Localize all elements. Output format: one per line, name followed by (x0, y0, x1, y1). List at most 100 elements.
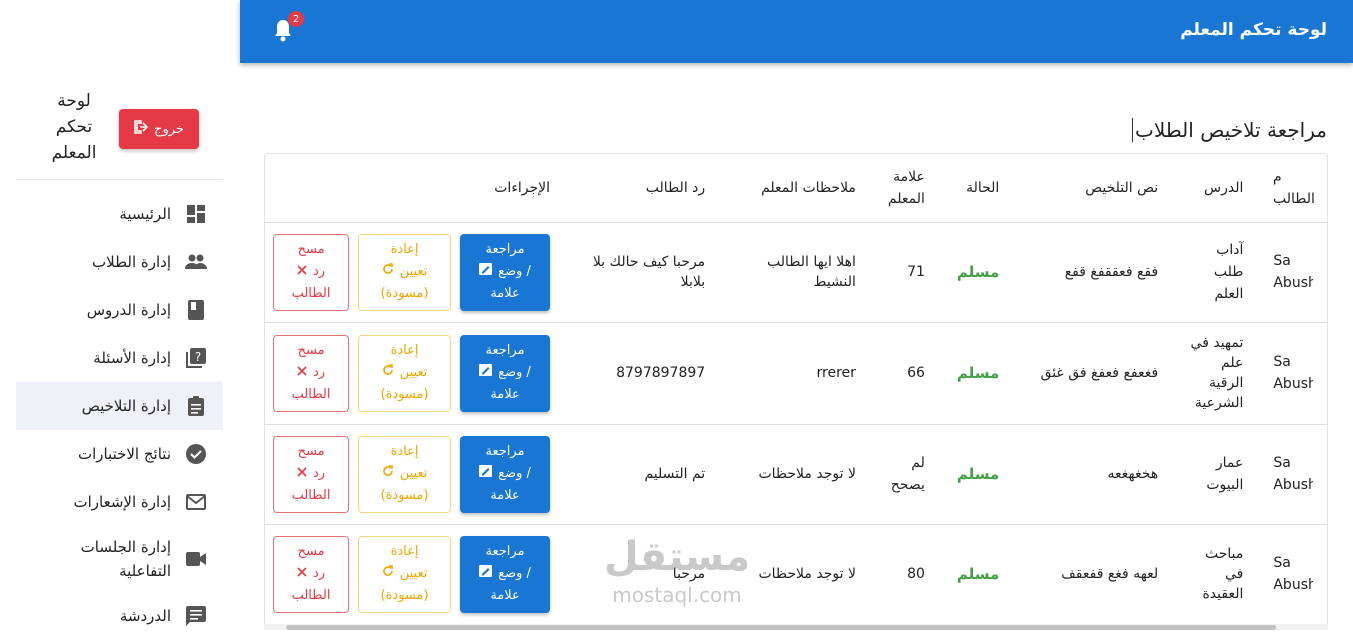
table-row: Sa Abushi آداب طلب العلم فقع فعققفغ قفع … (265, 222, 1327, 323)
reply-cell: 8797897897 (566, 322, 722, 425)
summary-cell: فغعفع فعفغ فق غئق (1015, 322, 1175, 425)
column-header-reply: رد الطالب (566, 154, 722, 223)
sidebar-item-label: إدارة الأسئلة (93, 349, 171, 367)
summary-cell: هخغهغعه (1015, 424, 1175, 525)
close-icon (297, 362, 307, 384)
actions-cell: مراجعة / وضع علامة إعادة تعيين (مسودة) مسح رد… (265, 222, 567, 323)
logout-button[interactable]: خروج (119, 109, 199, 149)
summaries-table: م الطالب الدرس نص التلخيص الحالة علامة ا… (264, 153, 1328, 630)
review-grade-button[interactable]: مراجعة / وضع علامة (460, 535, 551, 613)
reassign-draft-button[interactable]: إعادة تعيين (مسودة) (358, 233, 452, 311)
column-header-summary: نص التلخيص (1015, 154, 1175, 223)
clipboard-icon (185, 395, 207, 417)
clear-reply-button[interactable]: مسح رد الطالب (273, 435, 350, 513)
table-horizontal-scrollbar[interactable] (264, 624, 1328, 630)
sidebar-item-questions[interactable]: إدارة الأسئلة ? (16, 334, 223, 382)
close-icon (297, 563, 307, 585)
rate-review-icon (479, 463, 493, 485)
grade-cell: 80 (871, 524, 941, 625)
column-header-status: الحالة (940, 154, 1016, 223)
table-header-row: م الطالب الدرس نص التلخيص الحالة علامة ا… (265, 154, 1327, 223)
sidebar-item-label: إدارة التلاخيص (81, 397, 171, 415)
sidebar-item-label: نتائج الاختبارات (77, 445, 171, 463)
watermark-brand-en: mostaql.com (612, 583, 742, 607)
actions-cell: مراجعة / وضع علامة إعادة تعيين (مسودة) مسح رد… (265, 424, 567, 525)
status-badge: مسلم (940, 524, 1016, 625)
status-badge: مسلم (940, 322, 1016, 425)
logout-icon (134, 120, 150, 138)
review-grade-button[interactable]: مراجعة / وضع علامة (460, 334, 551, 412)
grade-cell: 66 (871, 322, 941, 425)
sidebar-item-label: إدارة الإشعارات (73, 493, 171, 511)
video-icon (185, 548, 207, 570)
column-header-lesson: الدرس (1174, 154, 1260, 223)
sidebar-item-results[interactable]: نتائج الاختبارات (16, 430, 223, 478)
student-cell: Sa Abushi (1259, 524, 1327, 625)
sidebar-item-label: إدارة الدروس (86, 301, 171, 319)
reassign-draft-button[interactable]: إعادة تعيين (مسودة) (358, 435, 452, 513)
actions-cell: مراجعة / وضع علامة إعادة تعيين (مسودة) مسح رد… (265, 322, 567, 425)
sidebar-nav: الرئيسية إدارة الطلاب إدارة الدروس إدارة… (16, 190, 223, 640)
sidebar-item-chat[interactable]: الدردشة (16, 592, 223, 640)
sidebar-item-label: الدردشة (119, 607, 171, 625)
notes-cell: اهلا ايها الطالب النشيط (721, 222, 872, 323)
reassign-draft-button[interactable]: إعادة تعيين (مسودة) (358, 535, 452, 613)
student-cell: Sa Abushi (1259, 424, 1327, 525)
notification-badge: 2 (288, 11, 304, 27)
clear-reply-button[interactable]: مسح رد الطالب (273, 233, 350, 311)
sidebar-item-summaries[interactable]: إدارة التلاخيص (16, 382, 223, 430)
sidebar-item-notifications[interactable]: إدارة الإشعارات (16, 478, 223, 526)
lesson-cell: آداب طلب العلم (1174, 222, 1260, 323)
column-header-notes: ملاحظات المعلم (721, 154, 872, 223)
review-grade-button[interactable]: مراجعة / وضع علامة (460, 233, 551, 311)
lesson-cell: مباحث في العقيدة (1174, 524, 1260, 625)
table-row: Sa Abushi عمار البيوت هخغهغعه مسلم لم يص… (265, 424, 1327, 525)
check-circle-icon (185, 443, 207, 465)
scrollbar-thumb[interactable] (286, 625, 1276, 630)
reassign-draft-button[interactable]: إعادة تعيين (مسودة) (358, 334, 452, 412)
sidebar-header: لوحة تحكم المعلم خروج (16, 88, 223, 180)
clear-reply-button[interactable]: مسح رد الطالب (273, 334, 350, 412)
refresh-icon (382, 261, 394, 283)
refresh-icon (382, 463, 394, 485)
table: م الطالب الدرس نص التلخيص الحالة علامة ا… (265, 154, 1327, 625)
sidebar-item-label: إدارة الطلاب (92, 253, 171, 271)
app-bar: لوحة تحكم المعلم 2 (240, 0, 1353, 63)
student-cell: Sa Abushi (1259, 222, 1327, 323)
refresh-icon (382, 563, 394, 585)
mail-icon (185, 491, 207, 513)
sidebar-item-home[interactable]: الرئيسية (16, 190, 223, 238)
logout-label: خروج (154, 121, 184, 137)
table-row: Sa Abushi مباحث في العقيدة لعهه فغع قفعق… (265, 524, 1327, 625)
sidebar-item-students[interactable]: إدارة الطلاب (16, 238, 223, 286)
people-icon (185, 251, 207, 273)
watermark-brand-ar: مستقل (603, 534, 751, 580)
lesson-cell: عمار البيوت (1174, 424, 1260, 525)
clear-reply-button[interactable]: مسح رد الطالب (273, 535, 350, 613)
notes-cell: لا توجد ملاحظات (721, 424, 872, 525)
refresh-icon (382, 362, 394, 384)
sidebar-item-sessions[interactable]: إدارة الجلسات التفاعلية (16, 526, 223, 592)
close-icon (297, 261, 307, 283)
review-grade-button[interactable]: مراجعة / وضع علامة (460, 435, 551, 513)
sidebar-item-lessons[interactable]: إدارة الدروس (16, 286, 223, 334)
rate-review-icon (479, 563, 493, 585)
grade-cell: 71 (871, 222, 941, 323)
sidebar-item-label: إدارة الجلسات التفاعلية (80, 538, 171, 580)
summary-cell: لعهه فغع قفعقف (1015, 524, 1175, 625)
rate-review-icon (479, 362, 493, 384)
reply-cell: مرحبا كيف حالك بلا بلابلا (566, 222, 722, 323)
svg-text:?: ? (195, 350, 201, 364)
page-title: مراجعة تلاخيص الطلاب (1132, 118, 1327, 142)
column-header-student: م الطالب (1259, 154, 1327, 223)
student-cell: Sa Abushi (1259, 322, 1327, 425)
sidebar: لوحة تحكم المعلم خروج الرئيسية إدارة الط… (0, 0, 240, 630)
notes-cell: rrerer (721, 322, 872, 425)
app-title: لوحة تحكم المعلم (1180, 20, 1327, 40)
watermark-logo: مستقل mostaql.com (592, 532, 762, 622)
summary-cell: فقع فعققفغ قفع (1015, 222, 1175, 323)
close-icon (297, 463, 307, 485)
status-badge: مسلم (940, 424, 1016, 525)
actions-cell: مراجعة / وضع علامة إعادة تعيين (مسودة) مسح رد… (265, 524, 567, 625)
column-header-actions: الإجراءات (265, 154, 567, 223)
